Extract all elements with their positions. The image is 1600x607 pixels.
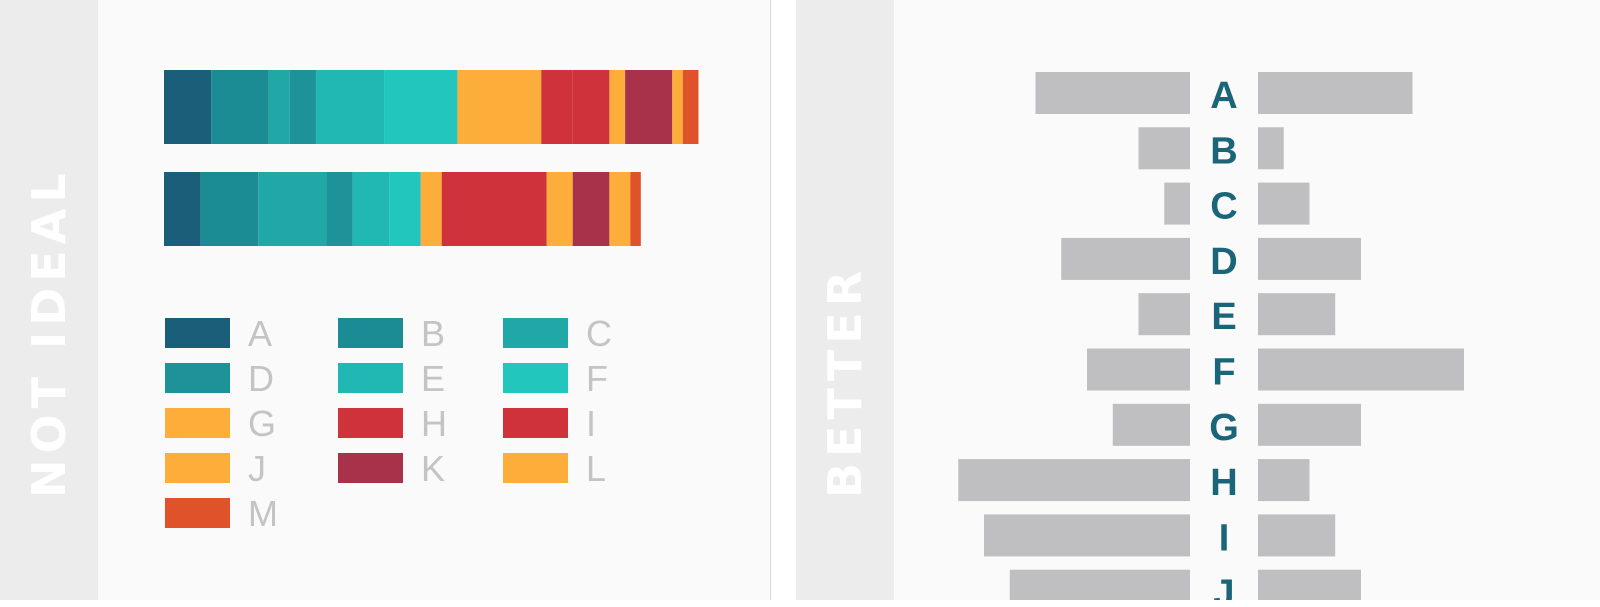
stacked-segment-1-f bbox=[384, 70, 458, 144]
stacked-segment-1-h bbox=[541, 70, 573, 144]
left-bar-j bbox=[1009, 569, 1190, 600]
category-label-b: B bbox=[1210, 130, 1237, 172]
diverging-bar-chart: ABCDEFGHIJ bbox=[958, 72, 1464, 600]
panel-gap bbox=[770, 0, 796, 607]
left-bar-i bbox=[984, 514, 1190, 557]
legend-label-l: L bbox=[586, 448, 606, 489]
right-bar-a bbox=[1258, 72, 1413, 114]
category-label-e: E bbox=[1211, 296, 1236, 338]
left-bar-a bbox=[1035, 72, 1190, 114]
legend-label-h: H bbox=[421, 403, 447, 444]
stacked-segment-1-c bbox=[268, 70, 290, 144]
stacked-segment-2-f bbox=[389, 172, 421, 246]
stacked-bar-chart: A B C D E F G H I J K L M bbox=[164, 70, 699, 534]
legend-swatch-g bbox=[165, 408, 230, 438]
legend-swatch-i bbox=[503, 408, 568, 438]
legend-label-g: G bbox=[248, 403, 276, 444]
legend-swatch-c bbox=[503, 318, 568, 348]
stacked-segment-1-d bbox=[289, 70, 316, 144]
legend-label-j: J bbox=[248, 448, 266, 489]
legend-label-m: M bbox=[248, 493, 278, 534]
legend-label-b: B bbox=[421, 313, 445, 354]
stacked-segment-1-j bbox=[609, 70, 626, 144]
legend-label-e: E bbox=[421, 358, 445, 399]
legend-swatch-a bbox=[165, 318, 230, 348]
legend-swatch-m bbox=[165, 498, 230, 528]
left-bar-b bbox=[1138, 127, 1190, 170]
panel-not-ideal: NOT IDEAL ABCDEFGHIJKLM bbox=[0, 0, 770, 600]
right-bar-b bbox=[1258, 127, 1284, 170]
stacked-segment-1-m bbox=[682, 70, 699, 144]
right-bar-f bbox=[1258, 348, 1464, 391]
legend-label-c: C bbox=[586, 313, 612, 354]
category-label-i: I bbox=[1219, 517, 1230, 559]
legend-swatch-d bbox=[165, 363, 230, 393]
right-bar-d bbox=[1258, 237, 1361, 280]
category-label-c: C bbox=[1210, 186, 1237, 228]
category-label-j: J bbox=[1213, 573, 1234, 600]
left-bar-e bbox=[1138, 293, 1190, 336]
stacked-segment-1-l bbox=[672, 70, 683, 144]
legend-swatch-k bbox=[338, 453, 403, 483]
stacked-segment-1-b bbox=[211, 70, 269, 144]
legend-label-a: A bbox=[248, 313, 272, 354]
right-bar-h bbox=[1258, 459, 1310, 502]
category-label-f: F bbox=[1212, 352, 1235, 394]
legend-swatch-l bbox=[503, 453, 568, 483]
legend-label-k: K bbox=[421, 448, 445, 489]
stacked-segment-2-m bbox=[630, 172, 641, 246]
stacked-segment-2-l bbox=[609, 172, 631, 246]
panel-divider bbox=[770, 0, 771, 600]
category-label-g: G bbox=[1209, 407, 1239, 449]
left-bar-h bbox=[958, 459, 1190, 502]
legend-swatch-f bbox=[503, 363, 568, 393]
legend-label-i: I bbox=[586, 403, 596, 444]
category-label-h: H bbox=[1210, 462, 1237, 504]
stacked-segment-2-e bbox=[352, 172, 390, 246]
stacked-segment-1-k bbox=[625, 70, 673, 144]
right-bar-g bbox=[1258, 403, 1361, 446]
right-bar-e bbox=[1258, 293, 1336, 336]
right-bar-i bbox=[1258, 514, 1336, 557]
right-bar-j bbox=[1258, 569, 1361, 600]
legend-swatch-h bbox=[338, 408, 403, 438]
stacked-segment-2-k bbox=[572, 172, 610, 246]
stacked-segment-2-b bbox=[200, 172, 259, 246]
panel-better: BETTER ABCDEFGHIJ bbox=[796, 0, 1600, 600]
stacked-segment-1-g bbox=[457, 70, 542, 144]
category-label-a: A bbox=[1210, 75, 1237, 117]
stacked-segment-2-j bbox=[546, 172, 573, 246]
stacked-segment-1-a bbox=[164, 70, 212, 144]
legend-label-d: D bbox=[248, 358, 274, 399]
stacked-segment-1-i bbox=[572, 70, 610, 144]
stacked-segment-2-a bbox=[164, 172, 201, 246]
legend-swatch-e bbox=[338, 363, 403, 393]
legend-label-f: F bbox=[586, 358, 608, 399]
left-bar-g bbox=[1112, 403, 1190, 446]
stacked-segment-2-c bbox=[258, 172, 327, 246]
category-label-d: D bbox=[1210, 241, 1237, 283]
stacked-segment-2-h bbox=[441, 172, 547, 246]
left-bar-f bbox=[1087, 348, 1190, 391]
stacked-segment-2-g bbox=[420, 172, 442, 246]
left-bar-c bbox=[1164, 182, 1190, 225]
stacked-segment-1-e bbox=[315, 70, 385, 144]
legend-swatch-b bbox=[338, 318, 403, 348]
left-bar-d bbox=[1061, 237, 1190, 280]
stacked-segment-2-d bbox=[326, 172, 353, 246]
right-bar-c bbox=[1258, 182, 1310, 225]
legend-swatch-j bbox=[165, 453, 230, 483]
